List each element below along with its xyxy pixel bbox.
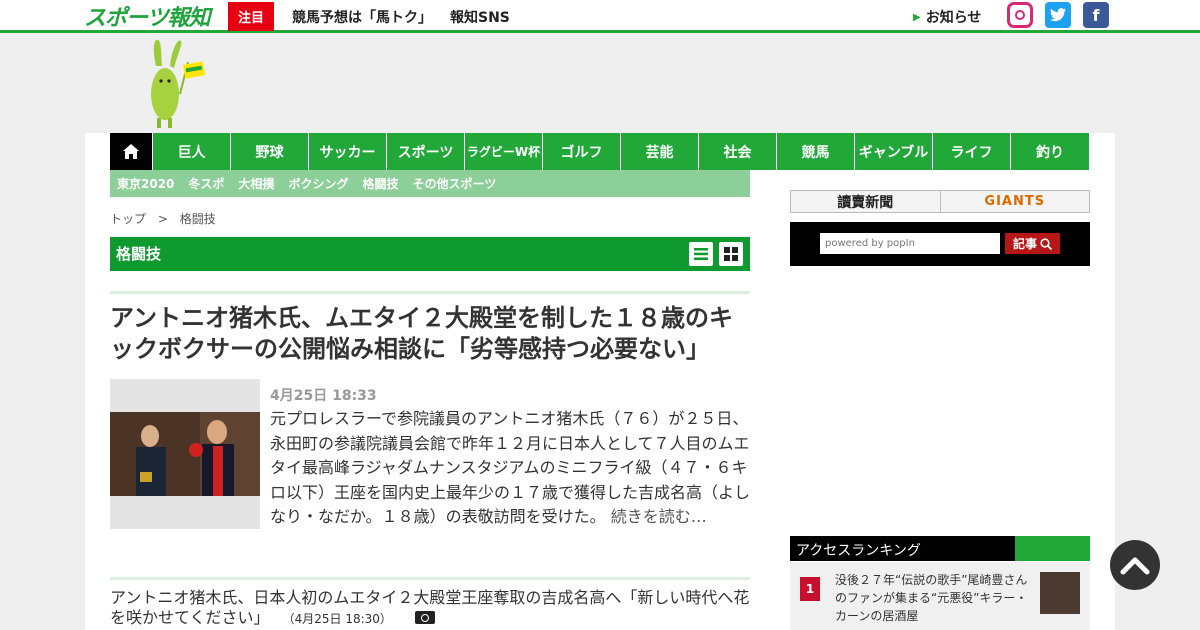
nav-item-kyojin[interactable]: 巨人: [153, 133, 231, 170]
ranking-header-accent: [1015, 536, 1090, 561]
subnav-item-winter[interactable]: 冬スポ: [188, 175, 224, 192]
nav-item-society[interactable]: 社会: [699, 133, 777, 170]
chevron-up-icon: [1120, 557, 1150, 575]
search-button[interactable]: 記事: [1005, 233, 1060, 254]
site-logo[interactable]: スポーツ報知: [84, 2, 211, 31]
giants-banner[interactable]: GIANTS: [939, 191, 1090, 212]
ranking-title: アクセスランキング: [796, 543, 921, 559]
section-title: 格闘技: [116, 245, 162, 263]
nav-item-life[interactable]: ライフ: [933, 133, 1011, 170]
nav-item-golf[interactable]: ゴルフ: [543, 133, 621, 170]
instagram-icon[interactable]: [1007, 2, 1033, 28]
facebook-icon[interactable]: f: [1083, 2, 1109, 28]
ranking-number: 1: [800, 577, 820, 601]
notice-label: お知らせ: [925, 10, 982, 26]
mascot-illustration: [151, 39, 206, 128]
nav-item-keiba[interactable]: 競馬: [777, 133, 855, 170]
list-view-icon[interactable]: [689, 242, 713, 266]
breadcrumb-separator: >: [157, 212, 168, 226]
search-box: 記事: [790, 222, 1090, 266]
grid-view-icon[interactable]: [719, 242, 743, 266]
article-headline[interactable]: アントニオ猪木氏、ムエタイ２大殿堂を制した１８歳のキックボクサーの公開悩み相談に…: [110, 303, 750, 365]
subnav-item-tokyo2020[interactable]: 東京2020: [117, 175, 174, 192]
notice-link[interactable]: ▶ お知らせ: [913, 7, 981, 27]
top-bar: スポーツ報知 注目 競馬予想は「馬トク」 報知SNS ▶ お知らせ f: [0, 0, 1200, 33]
related-article[interactable]: アントニオ猪木氏、日本人初のムエタイ２大殿堂王座奪取の吉成名高へ「新しい時代へ花…: [110, 588, 750, 629]
section-header: 格闘技: [110, 237, 750, 271]
divider: [110, 291, 750, 294]
triangle-right-icon: ▶: [913, 11, 921, 23]
home-icon[interactable]: [110, 133, 153, 170]
article-lead: 元プロレスラーで参院議員のアントニオ猪木氏（７６）が２５日、永田町の参議院議員会…: [110, 407, 750, 530]
search-icon: [1040, 237, 1052, 250]
article-date: 4月25日 18:33: [270, 388, 377, 404]
nav-item-sports[interactable]: スポーツ: [387, 133, 465, 170]
related-date: （4月25日 18:30）: [282, 612, 392, 626]
nav-item-baseball[interactable]: 野球: [231, 133, 309, 170]
site-logo-text: スポーツ報知: [84, 6, 211, 31]
main-nav: 巨人 野球 サッカー スポーツ ラグビーW杯 ゴルフ 芸能 社会 競馬 ギャンブ…: [110, 133, 1089, 170]
subnav-item-martial-arts[interactable]: 格闘技: [362, 175, 398, 192]
twitter-icon[interactable]: [1045, 2, 1071, 28]
hochi-sns-link[interactable]: 報知SNS: [450, 7, 510, 27]
nav-item-rugby[interactable]: ラグビーW杯: [465, 133, 543, 170]
nav-item-fishing[interactable]: 釣り: [1011, 133, 1089, 170]
breadcrumb-home[interactable]: トップ: [110, 212, 146, 226]
nav-item-gamble[interactable]: ギャンブル: [855, 133, 933, 170]
subnav-item-boxing[interactable]: ボクシング: [288, 175, 348, 192]
ranking-thumbnail[interactable]: [1040, 572, 1080, 614]
yomiuri-banner[interactable]: 讀賣新聞: [791, 191, 940, 212]
umatoku-link[interactable]: 競馬予想は「馬トク」: [292, 7, 432, 27]
ranking-item[interactable]: 1 没後２７年“伝説の歌手”尾崎豊さんのファンが集まる“元悪役”キラー・カーンの…: [790, 562, 1090, 630]
scroll-to-top-button[interactable]: [1110, 540, 1160, 590]
subnav-item-sumo[interactable]: 大相撲: [238, 175, 274, 192]
ranking-text[interactable]: 没後２７年“伝説の歌手”尾崎豊さんのファンが集まる“元悪役”キラー・カーンの居酒…: [835, 571, 1030, 625]
hot-badge[interactable]: 注目: [228, 2, 274, 31]
search-button-label: 記事: [1012, 237, 1037, 251]
subnav-item-other[interactable]: その他スポーツ: [412, 175, 496, 192]
ranking-header: アクセスランキング: [790, 536, 1090, 561]
nav-item-entertainment[interactable]: 芸能: [621, 133, 699, 170]
nav-item-soccer[interactable]: サッカー: [309, 133, 387, 170]
sub-nav: 東京2020 冬スポ 大相撲 ボクシング 格闘技 その他スポーツ: [110, 170, 750, 197]
breadcrumb-current: 格闘技: [179, 212, 216, 226]
banner-row: 讀賣新聞 GIANTS: [790, 190, 1090, 213]
divider: [110, 577, 750, 580]
camera-icon: [415, 611, 436, 624]
search-input[interactable]: [820, 233, 1000, 254]
read-more-link[interactable]: 続きを読む…: [611, 507, 707, 526]
breadcrumb: トップ > 格闘技: [110, 210, 216, 227]
